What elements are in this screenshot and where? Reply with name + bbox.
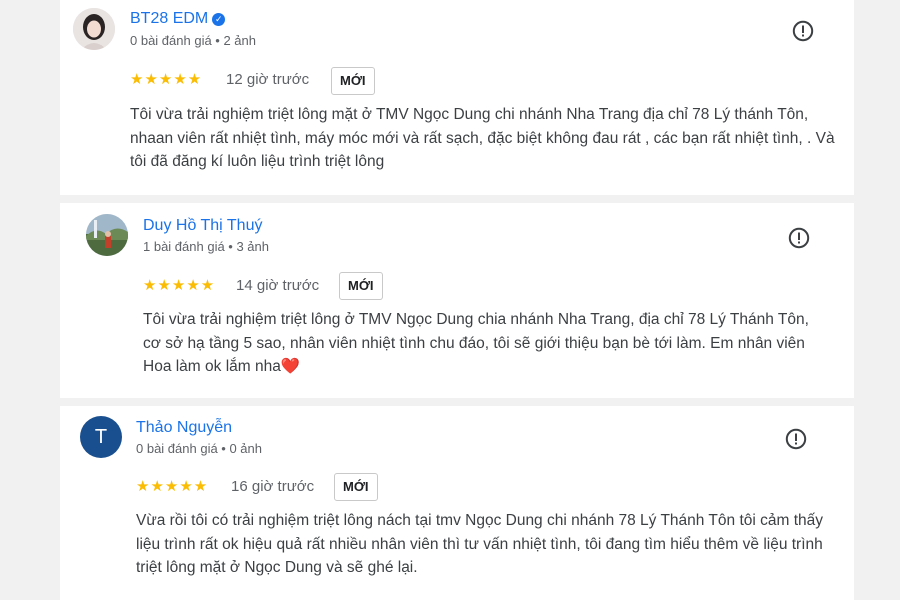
reviewer-meta: 1 bài đánh giá • 3 ảnh [143,239,269,254]
avatar-photo [86,214,128,256]
review-time: 16 giờ trước [231,478,315,495]
review-time: 12 giờ trước [226,71,310,88]
reviewer-name-link[interactable]: Thảo Nguyễn [136,419,232,437]
avatar[interactable]: T [80,416,122,458]
reviewer-meta: 0 bài đánh giá • 2 ảnh [130,33,256,48]
avatar[interactable] [73,8,115,50]
review-card: Duy Hồ Thị Thuý 1 bài đánh giá • 3 ảnh ★… [60,203,854,398]
reviewer-meta: 0 bài đánh giá • 0 ảnh [136,441,262,456]
reviewer-name: BT28 EDM [130,10,209,27]
star-rating: ★★★★★ [143,277,216,294]
reviewer-name: Duy Hồ Thị Thuý [143,217,263,234]
star-rating: ★★★★★ [130,71,203,88]
report-icon[interactable] [788,227,810,249]
new-badge: MỚI [331,67,375,95]
reviewer-name-link[interactable]: Duy Hồ Thị Thuý [143,217,262,235]
new-badge: MỚI [339,272,383,300]
review-card: T Thảo Nguyễn 0 bài đánh giá • 0 ảnh ★★★… [60,406,854,600]
reviewer-name-link[interactable]: BT28 EDM ✓ [130,10,226,28]
review-text: Tôi vừa trải nghiệm triệt lông mặt ở TMV… [130,106,835,170]
verified-check-icon: ✓ [212,13,226,26]
avatar-photo [73,8,115,50]
review-text: Tôi vừa trải nghiệm triệt lông ở TMV Ngọ… [143,311,809,375]
review-time: 14 giờ trước [236,277,320,294]
reviewer-name: Thảo Nguyễn [136,419,233,436]
review-card: BT28 EDM ✓ 0 bài đánh giá • 2 ảnh ★★★★★ 1… [60,0,854,195]
report-icon[interactable] [792,20,814,42]
avatar[interactable] [86,214,128,256]
report-icon[interactable] [785,428,807,450]
star-rating: ★★★★★ [136,478,209,495]
review-text: Vừa rồi tôi có trải nghiệm triệt lông ná… [136,512,824,576]
new-badge: MỚI [334,473,378,501]
